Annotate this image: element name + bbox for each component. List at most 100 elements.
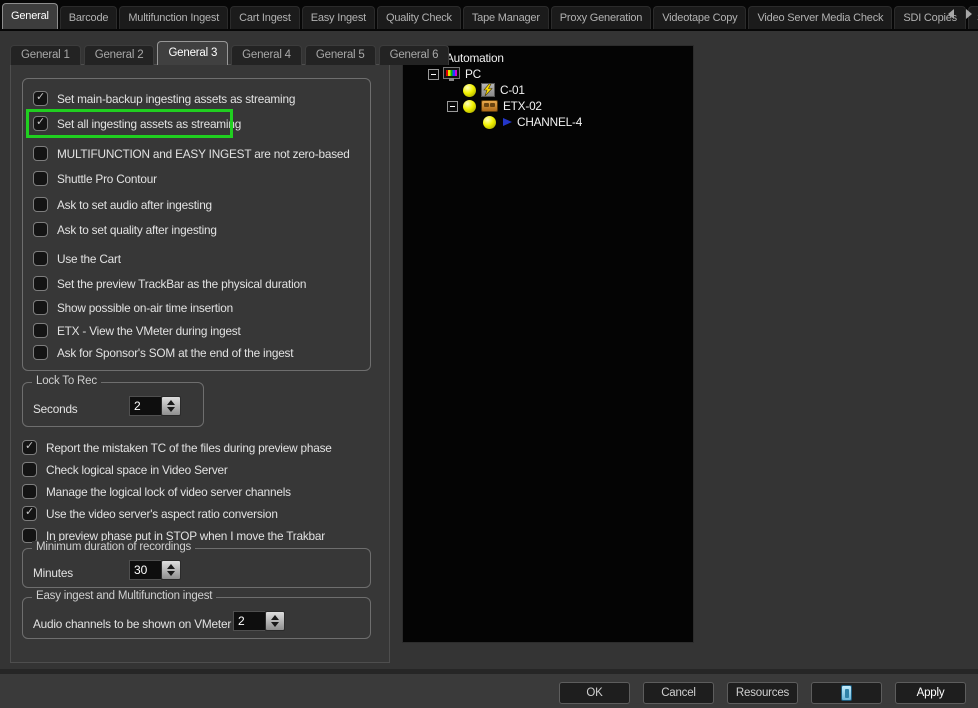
minutes-input[interactable] [129, 560, 161, 580]
checkbox[interactable] [33, 323, 48, 338]
checkbox-row[interactable]: Ask to set audio after ingesting [33, 196, 212, 213]
checkbox[interactable] [33, 276, 48, 291]
checkbox-row[interactable]: Shuttle Pro Contour [33, 170, 157, 187]
resources-button[interactable]: Resources [727, 682, 798, 704]
tree-node-pc[interactable]: PC [403, 66, 693, 82]
checkbox-label: Use the video server's aspect ratio conv… [46, 507, 278, 521]
tab-general[interactable]: General [2, 3, 58, 29]
tab-videotape-copy[interactable]: Videotape Copy [653, 6, 746, 29]
tab-barcode[interactable]: Barcode [60, 6, 118, 29]
collapse-icon[interactable] [447, 101, 458, 112]
checkbox-label: Show possible on-air time insertion [57, 301, 233, 315]
ok-button[interactable]: OK [559, 682, 630, 704]
checkbox-label: Check logical space in Video Server [46, 463, 228, 477]
checkbox-label: MULTIFUNCTION and EASY INGEST are not ze… [57, 147, 350, 161]
tree-node-label: CHANNEL-4 [517, 115, 582, 129]
tab-general-2[interactable]: General 2 [84, 45, 155, 65]
spinner-button[interactable] [161, 560, 181, 580]
tab-proxy-generation[interactable]: Proxy Generation [551, 6, 651, 29]
footer-icon-button[interactable] [811, 682, 882, 704]
tree-node-etx-02[interactable]: ETX-02 [403, 98, 693, 114]
tab-multifunction-ingest[interactable]: Multifunction Ingest [119, 6, 228, 29]
tab-general-4[interactable]: General 4 [231, 45, 302, 65]
checkbox[interactable] [33, 345, 48, 360]
tab-quality-check[interactable]: Quality Check [377, 6, 461, 29]
audio-channels-input[interactable] [233, 611, 265, 631]
audio-channels-label: Audio channels to be shown on VMeter [33, 617, 231, 631]
tab-cart-ingest[interactable]: Cart Ingest [230, 6, 300, 29]
checkbox[interactable] [33, 146, 48, 161]
checkbox-row[interactable]: MULTIFUNCTION and EASY INGEST are not ze… [33, 145, 350, 162]
checkbox-label: ETX - View the VMeter during ingest [57, 324, 241, 338]
spinner-down-icon[interactable] [167, 571, 175, 576]
checkbox[interactable] [33, 197, 48, 212]
lock-to-rec-group: Lock To Rec Seconds [22, 382, 204, 427]
checkbox-row[interactable]: ETX - View the VMeter during ingest [33, 322, 241, 339]
easy-ingest-group: Easy ingest and Multifunction ingest Aud… [22, 597, 371, 639]
tab-general-6[interactable]: General 6 [379, 45, 450, 65]
checkbox-row[interactable]: Set the preview TrackBar as the physical… [33, 275, 306, 292]
tab-video-server-media-check[interactable]: Video Server Media Check [748, 6, 892, 29]
tree-node-c-01[interactable]: C-01 [403, 82, 693, 98]
tree-node-channel-4[interactable]: CHANNEL-4 [403, 114, 693, 130]
checkbox[interactable] [33, 251, 48, 266]
collapse-icon[interactable] [428, 69, 439, 80]
tab-easy-ingest[interactable]: Easy Ingest [302, 6, 375, 29]
checkbox-label: Ask to set quality after ingesting [57, 223, 217, 237]
tree-node-label: C-01 [500, 83, 525, 97]
checkbox[interactable] [22, 440, 37, 455]
group-title: Minimum duration of recordings [32, 541, 195, 553]
seconds-input[interactable] [129, 396, 161, 416]
checkbox[interactable] [33, 116, 48, 131]
checkbox[interactable] [33, 91, 48, 106]
spinner-up-icon[interactable] [167, 564, 175, 569]
checkbox-row[interactable]: Set main-backup ingesting assets as stre… [33, 90, 295, 107]
spinner-down-icon[interactable] [167, 407, 175, 412]
tab-general-3[interactable]: General 3 [157, 41, 228, 65]
checkbox-label: Set main-backup ingesting assets as stre… [57, 92, 295, 106]
checkbox-row[interactable]: Check logical space in Video Server [22, 461, 382, 478]
right-arrow-icon[interactable] [966, 9, 972, 19]
checkbox-row[interactable]: Ask to set quality after ingesting [33, 221, 217, 238]
general3-settings-panel: Set main-backup ingesting assets as stre… [10, 64, 390, 663]
minutes-label: Minutes [33, 566, 73, 580]
checkbox[interactable] [22, 506, 37, 521]
spinner-down-icon[interactable] [271, 622, 279, 627]
spinner-up-icon[interactable] [271, 615, 279, 620]
tab-tape-manager[interactable]: Tape Manager [463, 6, 549, 29]
tab-general-1[interactable]: General 1 [10, 45, 81, 65]
yellow-ball-icon [463, 100, 476, 113]
checkbox-label: Set all ingesting assets as streaming [57, 117, 241, 131]
minimum-duration-group: Minimum duration of recordings Minutes [22, 548, 371, 588]
checkbox[interactable] [33, 222, 48, 237]
checkbox[interactable] [33, 300, 48, 315]
left-arrow-icon[interactable] [948, 9, 954, 19]
spinner-button[interactable] [161, 396, 181, 416]
minutes-stepper [129, 560, 181, 580]
spinner-up-icon[interactable] [167, 400, 175, 405]
cancel-button[interactable]: Cancel [643, 682, 714, 704]
checkbox[interactable] [33, 171, 48, 186]
checkbox[interactable] [22, 462, 37, 477]
group-title: Easy ingest and Multifunction ingest [32, 590, 216, 602]
checkbox-row[interactable]: Ask for Sponsor's SOM at the end of the … [33, 344, 293, 361]
lightning-icon [481, 83, 495, 97]
checkbox[interactable] [22, 484, 37, 499]
checkbox-row[interactable]: Show possible on-air time insertion [33, 299, 233, 316]
checkbox-row[interactable]: Set all ingesting assets as streaming [33, 115, 241, 132]
checkbox-row[interactable]: Manage the logical lock of video server … [22, 483, 382, 500]
checkbox-row[interactable]: Use the video server's aspect ratio conv… [22, 505, 382, 522]
checkbox-label: Set the preview TrackBar as the physical… [57, 277, 306, 291]
checkbox-row[interactable]: Report the mistaken TC of the files duri… [22, 439, 382, 456]
apply-button[interactable]: Apply [895, 682, 966, 704]
general-sub-tab-bar: General 1 General 2 General 3 General 4 … [10, 41, 452, 65]
audio-channels-stepper [233, 611, 285, 631]
checkbox-label: Ask for Sponsor's SOM at the end of the … [57, 346, 293, 360]
checkbox-label: Manage the logical lock of video server … [46, 485, 291, 499]
spinner-button[interactable] [265, 611, 285, 631]
cyan-door-icon [841, 685, 852, 701]
checkbox-row[interactable]: Use the Cart [33, 250, 121, 267]
main-tab-bar: General Barcode Multifunction Ingest Car… [0, 0, 978, 31]
ingest-options-group: Set main-backup ingesting assets as stre… [22, 78, 371, 371]
tab-general-5[interactable]: General 5 [305, 45, 376, 65]
